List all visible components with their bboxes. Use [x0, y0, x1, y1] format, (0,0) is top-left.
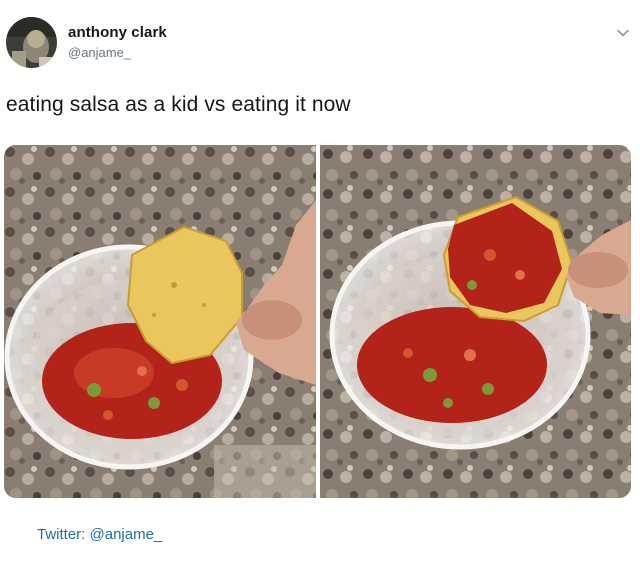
- avatar-image: [6, 17, 57, 68]
- tweet-card: anthony clark @anjame_ eating salsa as a…: [0, 0, 640, 573]
- tweet-text: eating salsa as a kid vs eating it now: [6, 93, 351, 116]
- photo-now[interactable]: [320, 145, 631, 498]
- twitter-credit-link[interactable]: Twitter: @anjame_: [37, 526, 162, 543]
- photo-kid[interactable]: [4, 145, 316, 498]
- chevron-down-icon[interactable]: [616, 26, 630, 40]
- avatar[interactable]: [6, 17, 57, 68]
- author-handle[interactable]: @anjame_: [68, 45, 131, 60]
- tweet-media[interactable]: [4, 145, 631, 498]
- author-display-name[interactable]: anthony clark: [68, 24, 167, 41]
